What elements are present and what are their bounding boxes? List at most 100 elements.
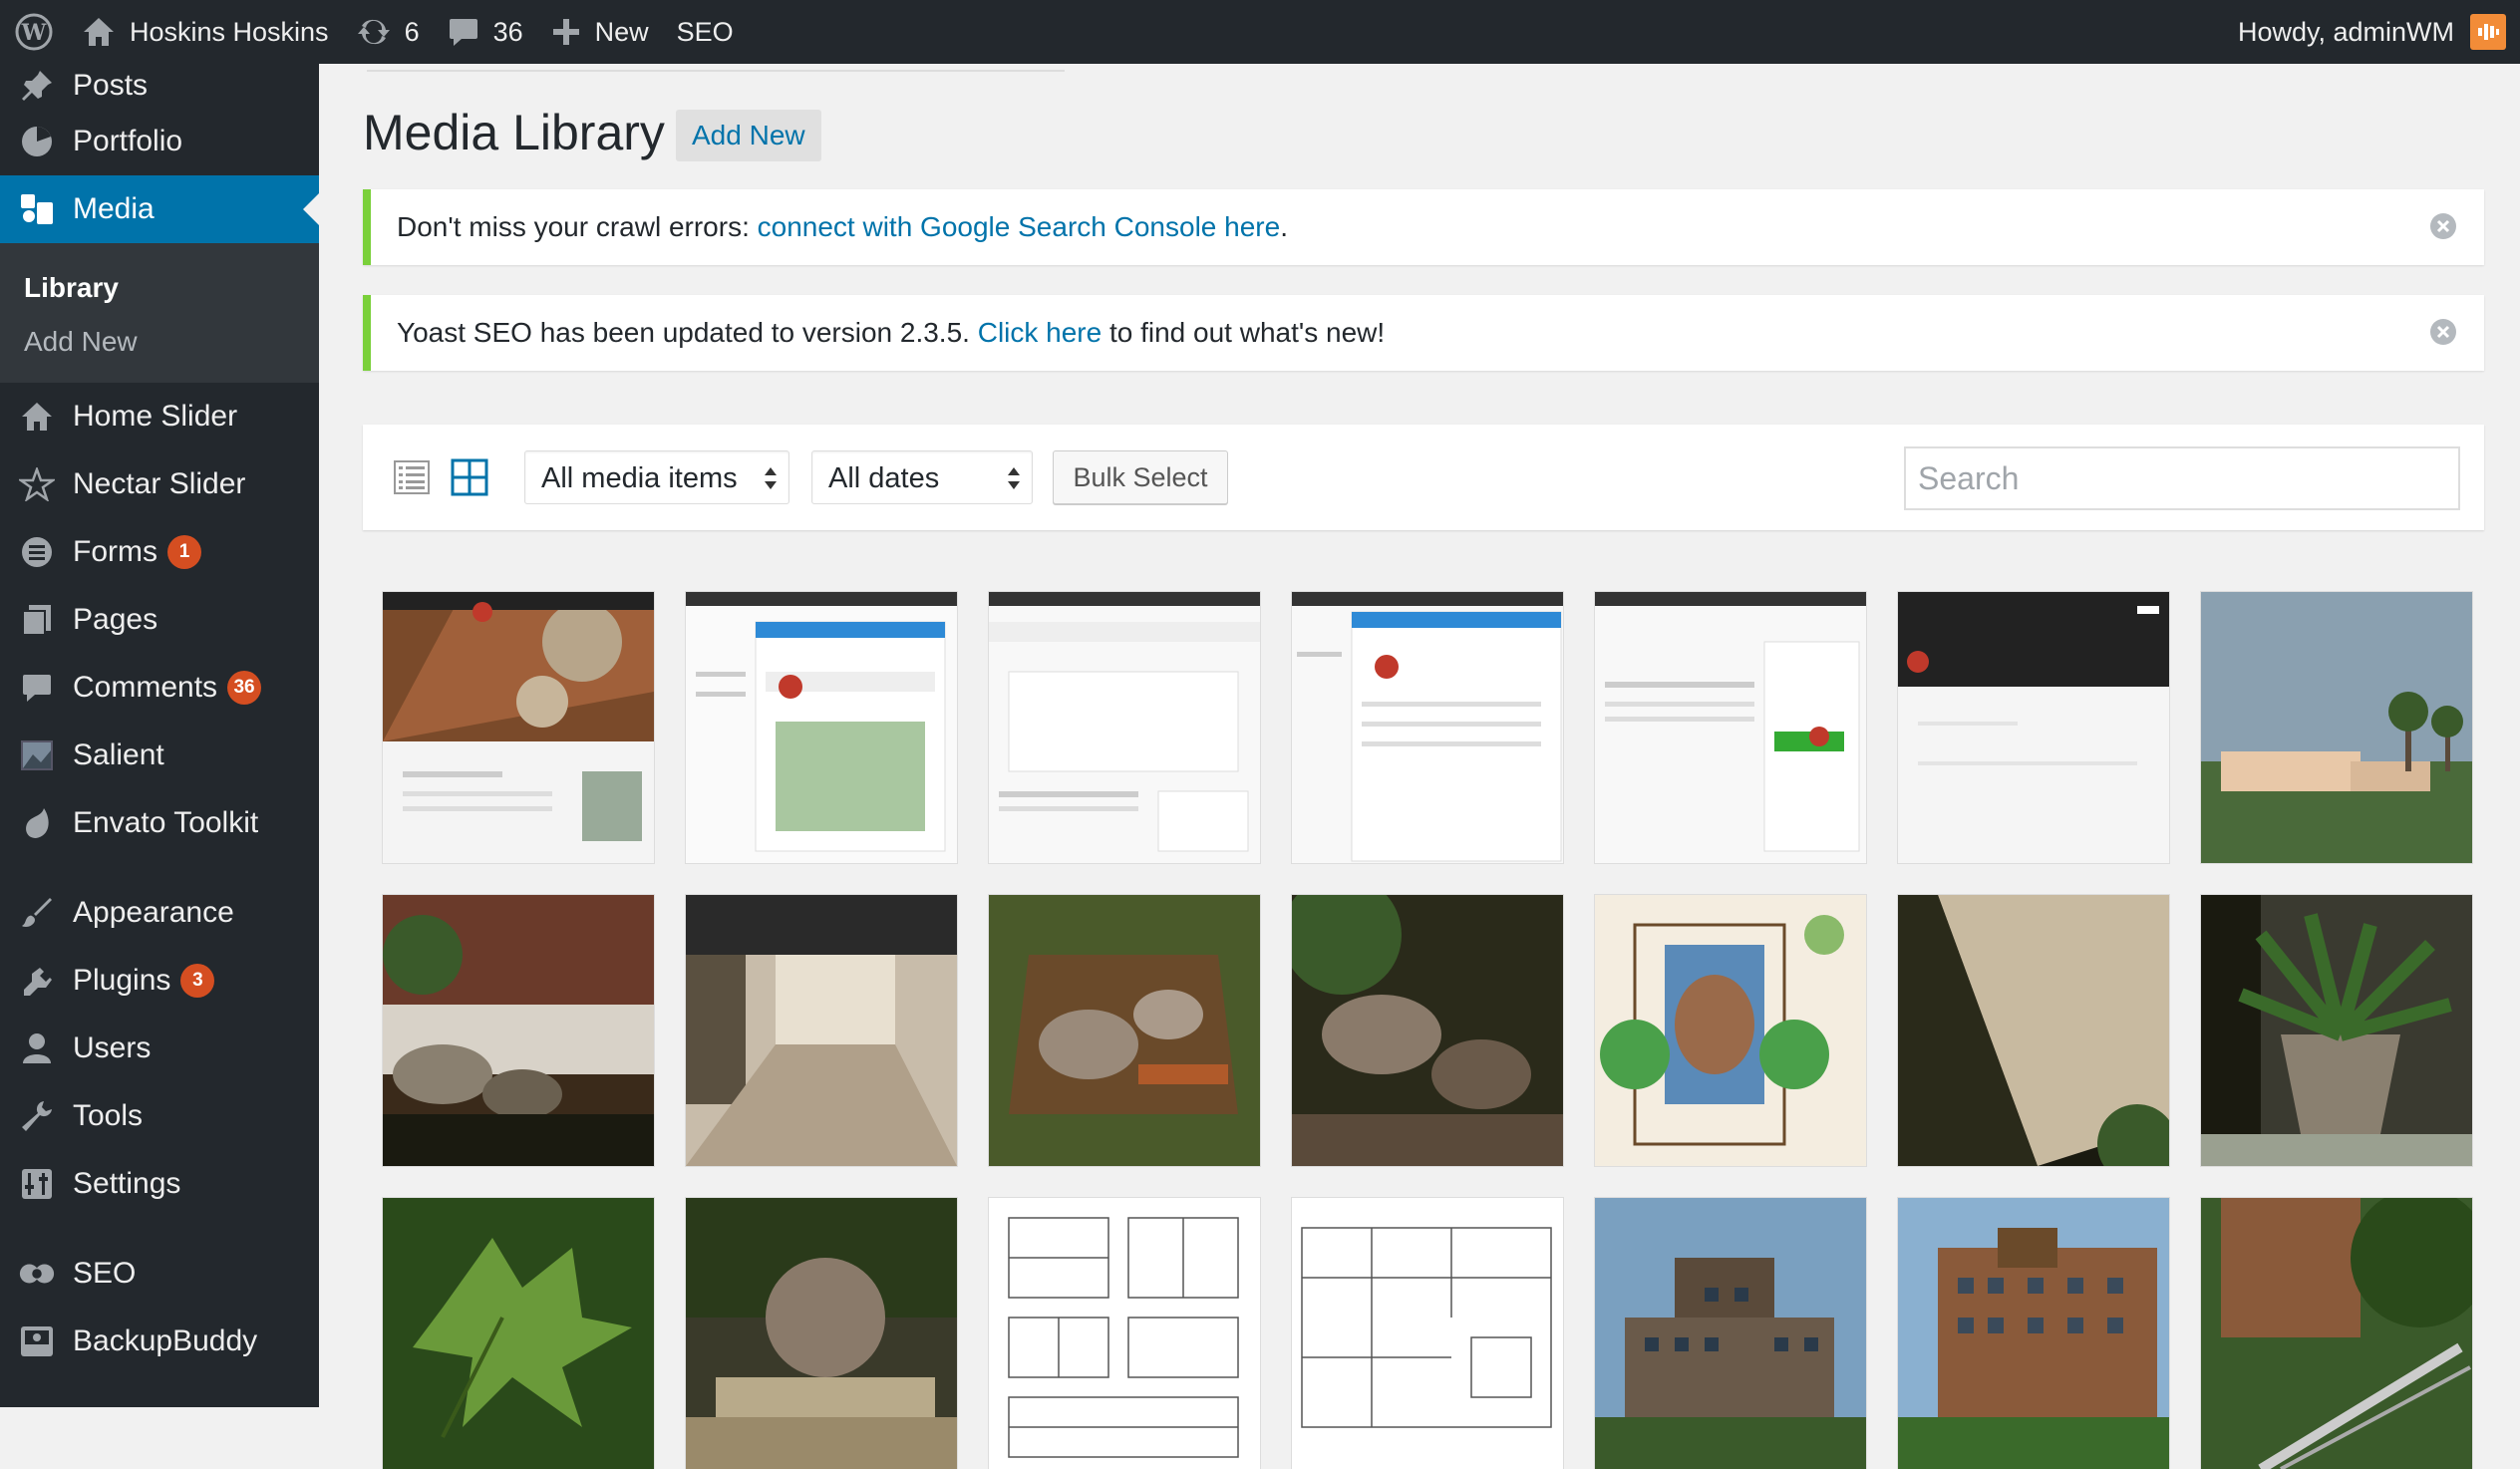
greeting: Howdy, adminWM	[2237, 16, 2454, 47]
media-thumbnail[interactable]	[1898, 1198, 2169, 1469]
sidebar-item-envato-toolkit[interactable]: Envato Toolkit	[0, 789, 319, 857]
backup-icon	[18, 1322, 56, 1360]
user-icon	[18, 1029, 56, 1067]
media-thumbnail[interactable]	[1292, 895, 1563, 1166]
seo-label: SEO	[676, 16, 734, 47]
sidebar-item-label: Forms	[73, 535, 158, 568]
media-thumbnail[interactable]	[989, 895, 1260, 1166]
page-title: Media Library	[363, 105, 665, 160]
sidebar-item-appearance[interactable]: Appearance	[0, 879, 319, 947]
sidebar-item-label: Media	[73, 192, 155, 225]
seo-icon	[18, 1255, 56, 1293]
sidebar-item-label: BackupBuddy	[73, 1324, 258, 1357]
crawl-errors-notice: Don't miss your crawl errors: connect wi…	[363, 189, 2484, 265]
media-thumbnail[interactable]	[383, 1198, 654, 1469]
sidebar-item-label: Salient	[73, 738, 164, 771]
media-thumbnail[interactable]	[2201, 895, 2472, 1166]
media-thumbnail[interactable]	[989, 1198, 1260, 1469]
salient-icon	[18, 736, 56, 774]
grid-view-icon[interactable]	[451, 458, 488, 496]
refresh-icon	[357, 19, 390, 45]
search-console-link[interactable]: connect with Google Search Console here	[758, 211, 1281, 243]
media-thumbnail[interactable]	[1292, 1198, 1563, 1469]
brush-icon	[18, 894, 56, 932]
media-thumbnail[interactable]	[1595, 1198, 1866, 1469]
crawl-notice-suffix: .	[1280, 211, 1288, 242]
drop-icon	[18, 804, 56, 842]
media-thumbnail[interactable]	[686, 1198, 957, 1469]
sidebar-item-pages[interactable]: Pages	[0, 586, 319, 654]
yoast-click-here-link[interactable]: Click here	[978, 317, 1102, 349]
sidebar-item-users[interactable]: Users	[0, 1015, 319, 1082]
plugins-count-badge: 3	[180, 964, 215, 998]
sidebar-item-label: Appearance	[73, 896, 234, 929]
sidebar-item-comments[interactable]: Comments 36	[0, 654, 319, 722]
sidebar-item-label: Settings	[73, 1167, 181, 1200]
submenu-library[interactable]: Library	[0, 261, 319, 315]
media-thumbnail[interactable]	[383, 592, 654, 863]
wordpress-logo-icon[interactable]: W	[0, 0, 68, 64]
my-account-link[interactable]: Howdy, adminWM	[2224, 0, 2520, 64]
comment-icon	[449, 19, 477, 46]
add-new-button[interactable]: Add New	[676, 110, 821, 161]
site-name: Hoskins Hoskins	[130, 16, 329, 47]
media-icon	[18, 190, 56, 228]
sidebar-item-salient[interactable]: Salient	[0, 722, 319, 789]
sidebar-item-portfolio[interactable]: Portfolio	[0, 108, 319, 175]
yoast-notice-suffix: to find out what's new!	[1102, 317, 1386, 348]
forms-icon	[18, 533, 56, 571]
sidebar-item-plugins[interactable]: Plugins 3	[0, 947, 319, 1015]
seo-link[interactable]: SEO	[663, 0, 748, 64]
crawl-notice-prefix: Don't miss your crawl errors:	[397, 211, 758, 242]
search-input[interactable]	[1904, 446, 2460, 510]
sidebar-item-seo[interactable]: SEO	[0, 1240, 319, 1308]
sidebar-item-label: Comments	[73, 671, 218, 704]
media-thumbnail[interactable]	[2201, 592, 2472, 863]
media-thumbnail[interactable]	[686, 592, 957, 863]
media-thumbnail[interactable]	[1898, 592, 2169, 863]
media-type-filter[interactable]: All media items	[524, 450, 789, 504]
submenu-add-new[interactable]: Add New	[0, 315, 319, 369]
wrench-icon	[18, 1097, 56, 1135]
sidebar-item-posts[interactable]: Posts	[0, 64, 319, 108]
comments-link[interactable]: 36	[434, 0, 537, 64]
updates-link[interactable]: 6	[343, 0, 434, 64]
dismiss-icon[interactable]	[2428, 211, 2458, 241]
new-content-link[interactable]: New	[537, 0, 663, 64]
admin-sidebar: Posts Portfolio Media Library Add New Ho…	[0, 64, 319, 1407]
select-arrows-icon	[1008, 467, 1020, 489]
date-filter-value: All dates	[828, 462, 940, 494]
sidebar-item-label: Nectar Slider	[73, 467, 246, 500]
sidebar-item-forms[interactable]: Forms 1	[0, 518, 319, 586]
sidebar-item-backupbuddy[interactable]: BackupBuddy	[0, 1308, 319, 1375]
updates-count: 6	[404, 16, 420, 47]
media-thumbnail[interactable]	[1595, 592, 1866, 863]
media-thumbnail[interactable]	[383, 895, 654, 1166]
bulk-select-button[interactable]: Bulk Select	[1053, 450, 1228, 504]
date-filter[interactable]: All dates	[811, 450, 1033, 504]
sidebar-item-label: Tools	[73, 1099, 144, 1132]
new-label: New	[594, 16, 649, 47]
media-thumbnail[interactable]	[1595, 895, 1866, 1166]
comments-count: 36	[492, 16, 523, 47]
site-name-link[interactable]: Hoskins Hoskins	[68, 0, 343, 64]
list-view-icon[interactable]	[393, 458, 431, 496]
sidebar-item-label: Envato Toolkit	[73, 806, 259, 839]
sidebar-item-media[interactable]: Media	[0, 175, 319, 243]
media-thumbnail[interactable]	[2201, 1198, 2472, 1469]
hidden-notice-edge	[367, 64, 1065, 72]
media-thumbnail[interactable]	[1292, 592, 1563, 863]
dismiss-icon[interactable]	[2428, 317, 2458, 347]
star-icon	[18, 465, 56, 503]
sidebar-item-home-slider[interactable]: Home Slider	[0, 383, 319, 450]
media-thumbnail[interactable]	[686, 895, 957, 1166]
sidebar-item-settings[interactable]: Settings	[0, 1150, 319, 1218]
media-thumbnail[interactable]	[989, 592, 1260, 863]
portfolio-icon	[18, 123, 56, 160]
sidebar-item-label: Users	[73, 1031, 152, 1064]
media-thumbnail[interactable]	[1898, 895, 2169, 1166]
sidebar-item-tools[interactable]: Tools	[0, 1082, 319, 1150]
sidebar-item-nectar-slider[interactable]: Nectar Slider	[0, 450, 319, 518]
plugin-icon	[18, 962, 56, 1000]
media-toolbar: All media items All dates Bulk Select	[363, 425, 2484, 530]
